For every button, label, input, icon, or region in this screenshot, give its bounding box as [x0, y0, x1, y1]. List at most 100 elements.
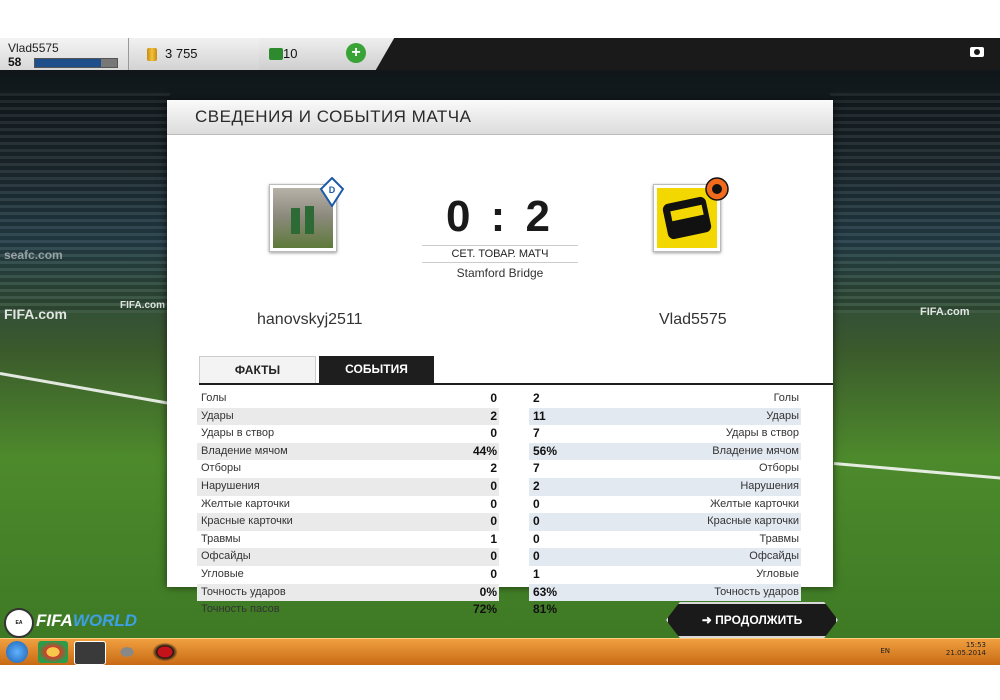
- user-level: 58: [8, 55, 22, 69]
- stat-row: Нарушения 0 2 Нарушения: [197, 477, 801, 496]
- continue-label: ПРОДОЛЖИТЬ: [715, 613, 803, 627]
- stat-label-away: Нарушения: [740, 479, 799, 492]
- stat-away-value: 7: [533, 426, 540, 441]
- top-bar: Vlad5575 58 3 755 10 +: [0, 38, 1000, 70]
- stat-label-home: Травмы: [201, 532, 241, 545]
- stat-label-home: Угловые: [201, 567, 244, 580]
- game-window: FIFA.com FIFA.com FIFA.com seafc.com Vla…: [0, 38, 1000, 638]
- fifa-world-taskbar-icon[interactable]: [74, 641, 106, 665]
- stadium-stand-right: [830, 93, 1000, 313]
- stat-label-away: Травмы: [759, 532, 799, 545]
- camera-icon[interactable]: [970, 47, 984, 57]
- stat-row: Красные карточки 0 0 Красные карточки: [197, 513, 801, 531]
- ad-board-text: seafc.com: [4, 248, 63, 262]
- chrome-taskbar-icon[interactable]: [38, 641, 68, 663]
- level-progress-bar: [34, 58, 118, 68]
- stat-label-home: Голы: [201, 392, 227, 404]
- panel-title: СВЕДЕНИЯ И СОБЫТИЯ МАТЧА: [195, 107, 472, 126]
- coins-value: 3 755: [165, 46, 198, 61]
- stat-label-home: Точность пасов: [201, 603, 280, 616]
- stat-home-value: 0: [490, 549, 497, 564]
- stat-label-home: Владение мячом: [201, 444, 288, 457]
- stat-label-away: Владение мячом: [712, 444, 799, 457]
- stat-label-home: Удары: [201, 409, 234, 422]
- stat-away-value: 0: [533, 549, 540, 564]
- stat-away-cell: [529, 407, 801, 426]
- stat-away-value: 0: [533, 531, 540, 546]
- stat-row: Удары в створ 0 7 Удары в створ: [197, 425, 801, 443]
- stat-home-value: 2: [490, 461, 497, 476]
- continue-button[interactable]: ➜ ПРОДОЛЖИТЬ: [666, 602, 838, 638]
- pitch-line: [833, 462, 1000, 480]
- username: Vlad5575: [8, 41, 59, 55]
- stat-row: Угловые 0 1 Угловые: [197, 566, 801, 584]
- stat-label-away: Отборы: [758, 462, 799, 475]
- stat-home-value: 0: [490, 566, 497, 581]
- points-balance: 10: [259, 38, 349, 70]
- points-icon: [269, 48, 283, 60]
- stat-away-value: 2: [533, 478, 540, 493]
- ad-board-text: FIFA.com: [920, 306, 970, 318]
- clock-date: 21.05.2014: [945, 649, 986, 657]
- tab-events[interactable]: СОБЫТИЯ: [319, 356, 434, 383]
- stat-row: Офсайды 0 0 Офсайды: [197, 548, 801, 566]
- stat-home-value: 0: [490, 514, 497, 529]
- tab-underline: [199, 383, 833, 385]
- level-progress-fill: [35, 59, 101, 67]
- match-details-panel: СВЕДЕНИЯ И СОБЫТИЯ МАТЧА D hanovskyj2511…: [167, 100, 833, 616]
- stat-row: Точность ударов 0% 63% Точность ударов: [197, 583, 801, 602]
- stats-table: Голы 0 2 Голы Удары 2 11 Удары Удары в створ 0 7 Уд…: [197, 390, 801, 619]
- stat-label-home: Точность ударов: [201, 585, 286, 598]
- windows-taskbar: EN 15:53 21.05.2014: [0, 638, 1000, 665]
- clock-time: 15:53: [965, 641, 986, 649]
- stat-label-away: Угловые: [756, 567, 799, 580]
- start-button[interactable]: [6, 641, 28, 663]
- record-taskbar-icon[interactable]: [150, 641, 180, 663]
- stat-label-away: Удары в створ: [725, 427, 799, 440]
- stat-label-home: Офсайды: [201, 550, 251, 563]
- stat-label-home: Удары в створ: [201, 427, 275, 440]
- stat-away-value: 2: [533, 391, 540, 405]
- match-score: 0 : 2: [445, 192, 555, 241]
- stat-label-away: Удары: [766, 409, 799, 422]
- add-points-button[interactable]: +: [346, 43, 366, 63]
- stat-label-away: Офсайды: [749, 550, 799, 563]
- tab-facts[interactable]: ФАКТЫ: [199, 356, 316, 384]
- away-team-name: Vlad5575: [659, 311, 727, 328]
- brand-fifa: FIFA: [36, 611, 73, 630]
- stat-away-value: 7: [533, 461, 540, 476]
- stat-home-value: 72%: [472, 602, 497, 617]
- ad-board-text: FIFA.com: [4, 306, 68, 322]
- stat-home-value: 1: [490, 531, 497, 546]
- language-indicator[interactable]: EN: [880, 647, 890, 655]
- fifa-world-wordmark: FIFAWORLD: [36, 611, 137, 631]
- clock[interactable]: 15:53 21.05.2014: [946, 641, 986, 657]
- stat-away-cell: [529, 390, 801, 408]
- points-value: 10: [283, 46, 298, 61]
- joystick-taskbar-icon[interactable]: [112, 641, 142, 663]
- stat-away-value: 1: [533, 566, 540, 581]
- stat-away-value: 81%: [533, 602, 558, 617]
- stat-home-value: 44%: [472, 443, 497, 458]
- stat-row: Желтые карточки 0 0 Желтые карточки: [197, 496, 801, 514]
- stat-home-value: 0: [490, 478, 497, 493]
- arrow-right-icon: ➜: [701, 613, 716, 627]
- stat-label-away: Желтые карточки: [710, 497, 799, 510]
- stat-label-home: Отборы: [201, 462, 242, 475]
- stat-home-value: 0: [490, 496, 497, 511]
- user-profile-box[interactable]: Vlad5575 58: [0, 38, 129, 70]
- stat-home-value: 2: [490, 408, 497, 423]
- coins-icon: [147, 48, 157, 61]
- stat-row: Отборы 2 7 Отборы: [197, 460, 801, 478]
- stat-label-away: Точность ударов: [714, 585, 799, 598]
- stadium-name: Stamford Bridge: [456, 266, 544, 280]
- stat-away-value: 63%: [533, 584, 558, 599]
- ad-board-text: FIFA.com: [120, 300, 166, 311]
- stat-row: Удары 2 11 Удары: [197, 407, 801, 426]
- stat-row: Владение мячом 44% 56% Владение мячом: [197, 442, 801, 461]
- stat-home-value: 0%: [479, 584, 497, 599]
- brand-world: WORLD: [72, 611, 138, 630]
- home-team-name: hanovskyj2511: [257, 311, 363, 328]
- pitch-line: [0, 372, 168, 405]
- shakhtar-badge-icon: [705, 177, 729, 201]
